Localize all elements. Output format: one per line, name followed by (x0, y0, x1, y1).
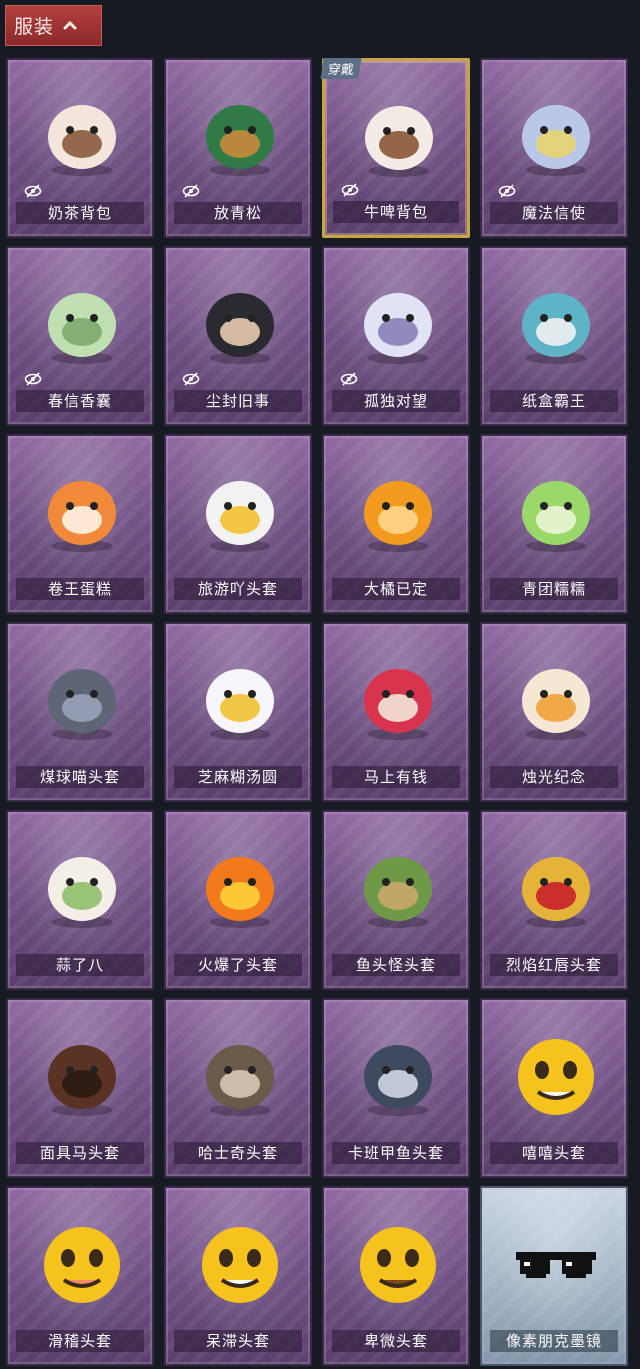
header: 服装 (0, 0, 640, 54)
item-card[interactable]: 哈士奇头套 (164, 998, 312, 1178)
item-card[interactable]: 滑稽头套 (6, 1186, 154, 1366)
item-name: 哈士奇头套 (174, 1142, 302, 1164)
item-name: 芝麻糊汤圆 (174, 766, 302, 788)
item-card[interactable]: 旅游吖头套 (164, 434, 312, 614)
item-name: 煤球喵头套 (16, 766, 144, 788)
item-name: 纸盒霸王 (490, 390, 618, 412)
pixel-sunglasses-icon (516, 1252, 596, 1278)
item-name: 像素朋克墨镜 (490, 1330, 618, 1352)
item-card[interactable]: 芝麻糊汤圆 (164, 622, 312, 802)
item-name: 尘封旧事 (174, 390, 302, 412)
husky-head-icon (206, 1045, 274, 1116)
item-card[interactable]: 面具马头套 (6, 998, 154, 1178)
item-name: 青团糯糯 (490, 578, 618, 600)
item-name: 卡班甲鱼头套 (332, 1142, 460, 1164)
humble-emoji-icon (360, 1227, 436, 1303)
hidden-eye-icon (340, 372, 358, 386)
item-name: 火爆了头套 (174, 954, 302, 976)
item-card[interactable]: 鱼头怪头套 (322, 810, 470, 990)
item-name: 牛啤背包 (333, 201, 459, 223)
milk-tea-backpack-icon (48, 105, 116, 176)
item-card[interactable]: 煤球喵头套 (6, 622, 154, 802)
item-name: 面具马头套 (16, 1142, 144, 1164)
item-card[interactable]: 尘封旧事 (164, 246, 312, 426)
item-card[interactable]: 呆滞头套 (164, 1186, 312, 1366)
item-card[interactable]: 卡班甲鱼头套 (322, 998, 470, 1178)
item-name: 烈焰红唇头套 (490, 954, 618, 976)
item-name: 大橘已定 (332, 578, 460, 600)
turtle-head-icon (364, 1045, 432, 1116)
item-card[interactable]: 烛光纪念 (480, 622, 628, 802)
item-card[interactable]: 卷王蛋糕 (6, 434, 154, 614)
item-card[interactable]: 嘻嘻头套 (480, 998, 628, 1178)
item-card[interactable]: 奶茶背包 (6, 58, 154, 238)
grin-emoji-icon (518, 1039, 594, 1115)
item-card[interactable]: 火爆了头套 (164, 810, 312, 990)
hidden-eye-icon (498, 184, 516, 198)
item-name: 卷王蛋糕 (16, 578, 144, 600)
item-name: 魔法信使 (490, 202, 618, 224)
item-card[interactable]: 纸盒霸王 (480, 246, 628, 426)
green-rice-ball-icon (522, 481, 590, 552)
item-card[interactable]: 放青松 (164, 58, 312, 238)
item-name: 滑稽头套 (16, 1330, 144, 1352)
roll-cake-icon (48, 481, 116, 552)
garlic-icon (48, 857, 116, 928)
item-name: 放青松 (174, 202, 302, 224)
item-name: 嘻嘻头套 (490, 1142, 618, 1164)
item-name: 卑微头套 (332, 1330, 460, 1352)
orange-slice-icon (364, 481, 432, 552)
item-name: 春信香囊 (16, 390, 144, 412)
item-card[interactable]: 青团糯糯 (480, 434, 628, 614)
hidden-eye-icon (24, 372, 42, 386)
duck-hat-icon (206, 481, 274, 552)
funny-emoji-icon (44, 1227, 120, 1303)
item-name: 蒜了八 (16, 954, 144, 976)
horse-mask-icon (48, 1045, 116, 1116)
figure-charm-icon (206, 293, 274, 364)
item-card[interactable]: 孤独对望 (322, 246, 470, 426)
section-label: 服装 (14, 16, 55, 38)
item-name: 马上有钱 (332, 766, 460, 788)
item-name: 奶茶背包 (16, 202, 144, 224)
elephant-messenger-icon (522, 105, 590, 176)
pine-tree-pot-icon (206, 105, 274, 176)
wearing-badge: 穿戴 (320, 58, 362, 79)
item-name: 呆滞头套 (174, 1330, 302, 1352)
hidden-eye-icon (341, 183, 359, 197)
hidden-eye-icon (182, 184, 200, 198)
chevron-up-icon (63, 20, 77, 29)
hidden-eye-icon (24, 184, 42, 198)
item-name: 孤独对望 (332, 390, 460, 412)
hidden-eye-icon (182, 372, 200, 386)
stare-emoji-icon (202, 1227, 278, 1303)
cat-head-icon (48, 669, 116, 740)
item-name: 鱼头怪头套 (332, 954, 460, 976)
angel-charm-icon (364, 293, 432, 364)
red-lips-mask-icon (522, 857, 590, 928)
item-name: 旅游吖头套 (174, 578, 302, 600)
item-card[interactable]: 大橘已定 (322, 434, 470, 614)
item-name: 烛光纪念 (490, 766, 618, 788)
fire-head-icon (206, 857, 274, 928)
fish-head-icon (364, 857, 432, 928)
sachet-icon (48, 293, 116, 364)
item-card[interactable]: 穿戴牛啤背包 (320, 58, 470, 238)
item-card[interactable]: 蒜了八 (6, 810, 154, 990)
item-card[interactable]: 卑微头套 (322, 1186, 470, 1366)
cow-beer-backpack-icon (365, 106, 433, 177)
item-card[interactable]: 像素朋克墨镜 (480, 1186, 628, 1366)
candle-icon (522, 669, 590, 740)
section-tab-clothing[interactable]: 服装 (5, 5, 102, 46)
rice-dumpling-icon (206, 669, 274, 740)
red-horse-icon (364, 669, 432, 740)
item-card[interactable]: 魔法信使 (480, 58, 628, 238)
item-card[interactable]: 烈焰红唇头套 (480, 810, 628, 990)
item-card[interactable]: 春信香囊 (6, 246, 154, 426)
box-dino-icon (522, 293, 590, 364)
item-card[interactable]: 马上有钱 (322, 622, 470, 802)
